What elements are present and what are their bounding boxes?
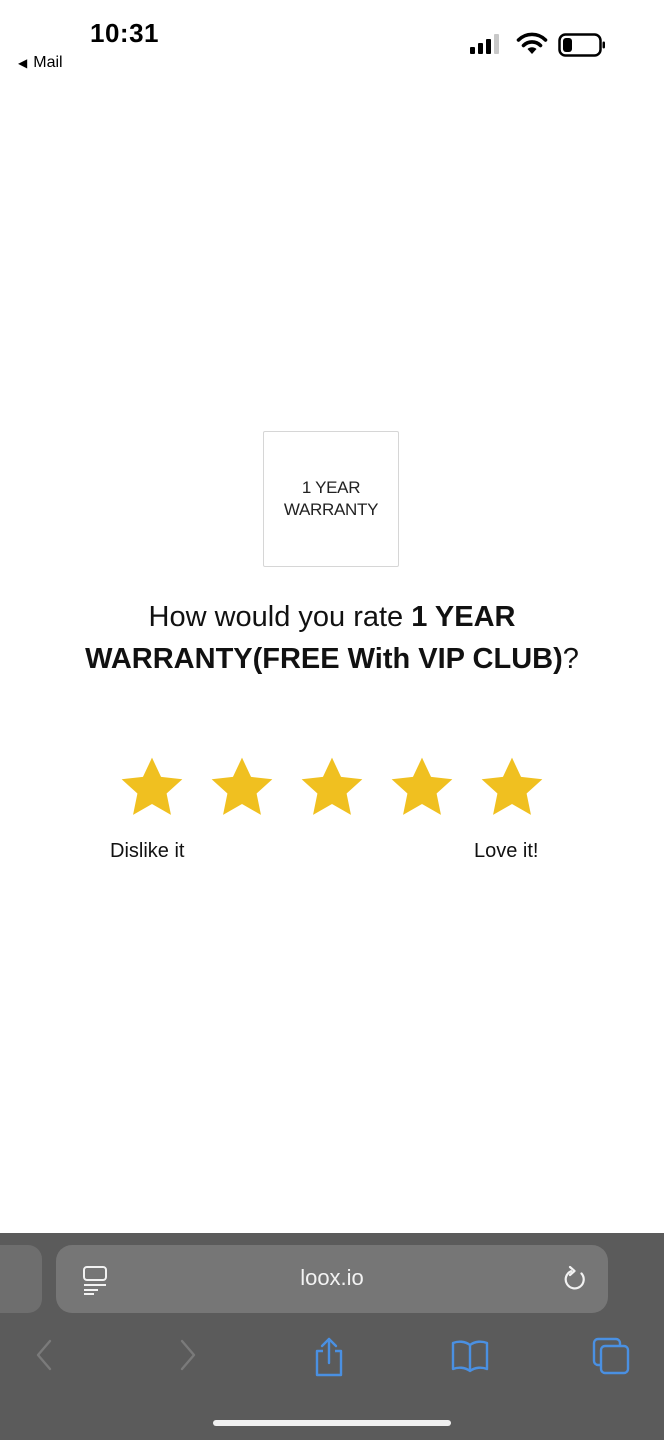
product-image-line2: WARRANTY xyxy=(283,500,379,519)
reload-icon[interactable] xyxy=(562,1265,588,1293)
tabs-icon[interactable] xyxy=(592,1337,630,1375)
browser-toolbar: loox.io xyxy=(0,1233,664,1440)
star-rating[interactable] xyxy=(117,753,547,823)
previous-tab-preview[interactable] xyxy=(0,1245,42,1313)
back-icon[interactable] xyxy=(32,1337,56,1373)
rating-high-label: Love it! xyxy=(474,840,539,862)
forward-icon[interactable] xyxy=(176,1337,200,1373)
home-indicator[interactable] xyxy=(213,1420,451,1426)
star-2-icon[interactable] xyxy=(207,753,277,823)
star-5-icon[interactable] xyxy=(477,753,547,823)
product-image: 1 YEAR WARRANTY xyxy=(263,431,399,567)
back-to-app-button[interactable]: ◀ Mail xyxy=(18,54,63,72)
product-image-line1: 1 YEAR xyxy=(301,478,361,497)
url-text[interactable]: loox.io xyxy=(56,1265,608,1291)
star-4-icon[interactable] xyxy=(387,753,457,823)
rating-low-label: Dislike it xyxy=(110,840,185,862)
wifi-icon xyxy=(516,32,548,54)
star-1-icon[interactable] xyxy=(117,753,187,823)
clock: 10:31 xyxy=(90,18,159,48)
question-suffix: ? xyxy=(562,643,579,675)
rating-question: How would you rate 1 YEAR WARRANTY(FREE … xyxy=(40,596,624,680)
address-bar[interactable]: loox.io xyxy=(56,1245,608,1313)
cellular-signal-icon xyxy=(470,34,499,54)
back-app-label: Mail xyxy=(33,54,63,71)
bookmarks-icon[interactable] xyxy=(450,1337,490,1373)
battery-icon xyxy=(558,33,605,57)
share-icon[interactable] xyxy=(312,1337,346,1377)
back-triangle-icon: ◀ xyxy=(18,56,28,70)
star-3-icon[interactable] xyxy=(297,753,367,823)
question-prefix: How would you rate xyxy=(148,601,412,633)
status-bar: 10:31 ◀ Mail xyxy=(0,0,664,80)
browser-nav-toolbar xyxy=(0,1329,664,1389)
